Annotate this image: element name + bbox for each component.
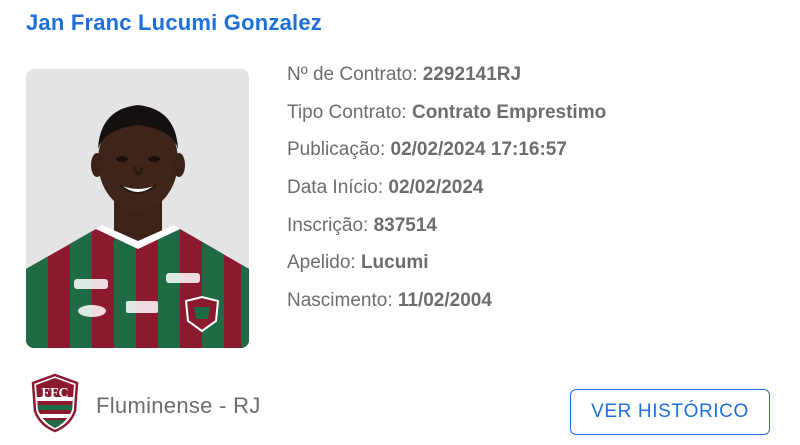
- contract-details: Nº de Contrato: 2292141RJ Tipo Contrato:…: [287, 63, 707, 327]
- view-history-button[interactable]: VER HISTÓRICO: [570, 389, 770, 435]
- nickname-value: Lucumi: [360, 252, 429, 274]
- nickname-label: Apelido:: [287, 252, 361, 274]
- contract-type-label: Tipo Contrato:: [287, 101, 412, 123]
- contract-number-label: Nº de Contrato:: [287, 64, 423, 85]
- publication-label: Publicação:: [287, 139, 391, 161]
- club-info: FFC Fluminense - RJ: [30, 373, 261, 438]
- birth-date-label: Nascimento:: [287, 290, 398, 312]
- start-date-value: 02/02/2024: [388, 177, 484, 199]
- fluminense-crest-icon: FFC: [30, 373, 80, 438]
- contract-number-value: 2292141RJ: [422, 64, 522, 85]
- player-name: Jan Franc Lucumi Gonzalez: [26, 10, 322, 35]
- birth-date-row: Nascimento: 11/02/2004: [287, 289, 707, 327]
- publication-row: Publicação: 02/02/2024 17:16:57: [287, 138, 707, 176]
- contract-type-value: Contrato Emprestimo: [411, 101, 607, 123]
- birth-date-value: 11/02/2004: [397, 290, 492, 312]
- registration-value: 837514: [373, 214, 437, 236]
- nickname-row: Apelido: Lucumi: [287, 251, 707, 289]
- start-date-row: Data Início: 02/02/2024: [287, 176, 707, 214]
- contract-number-row: Nº de Contrato: 2292141RJ: [287, 63, 707, 101]
- player-photo: [26, 69, 249, 348]
- svg-text:FFC: FFC: [41, 386, 68, 401]
- club-name: Fluminense - RJ: [96, 392, 261, 418]
- contract-type-row: Tipo Contrato: Contrato Emprestimo: [287, 101, 707, 139]
- publication-value: 02/02/2024 17:16:57: [390, 139, 567, 161]
- registration-row: Inscrição: 837514: [287, 214, 707, 252]
- registration-label: Inscrição:: [287, 214, 374, 236]
- start-date-label: Data Início:: [287, 177, 389, 199]
